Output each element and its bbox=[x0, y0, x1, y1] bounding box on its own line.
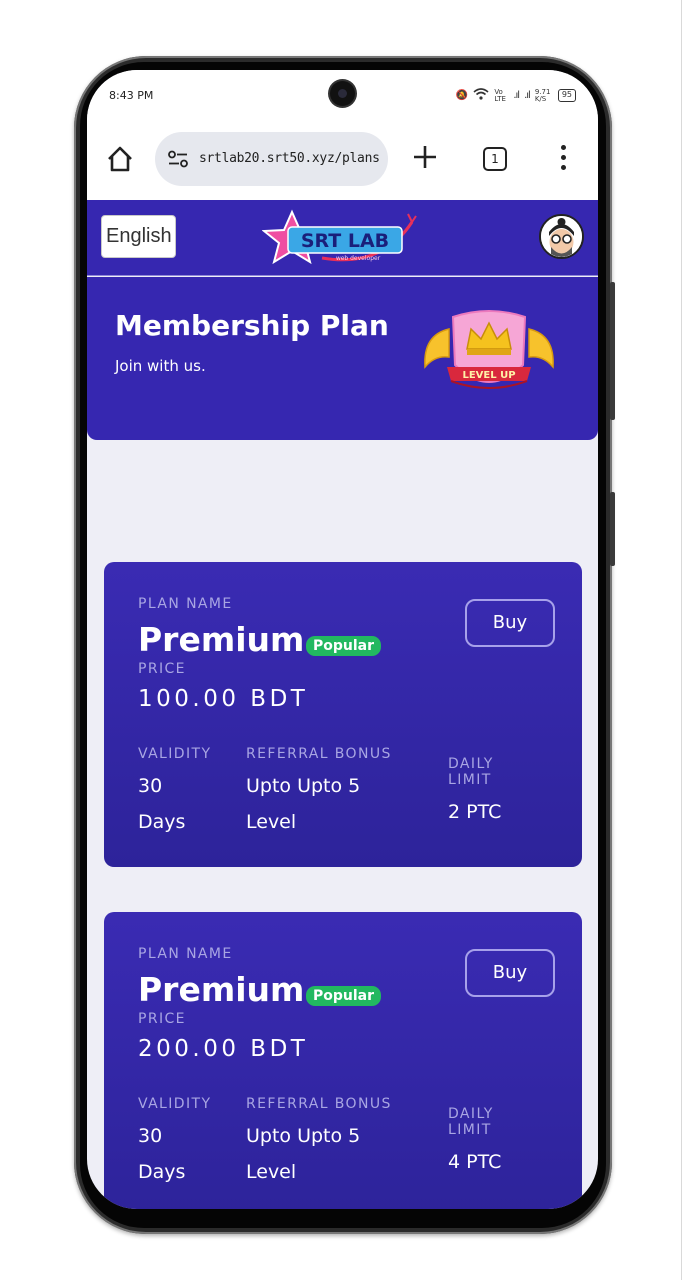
browser-toolbar: srtlab20.srt50.xyz/plans 1 bbox=[87, 126, 598, 200]
home-icon[interactable] bbox=[105, 144, 135, 174]
daily-limit-label-2: LIMIT bbox=[448, 1122, 492, 1138]
network-label: Vo LTE bbox=[494, 87, 506, 103]
site-settings-icon[interactable] bbox=[167, 150, 189, 168]
referral-bonus-value: Upto Upto 5 bbox=[246, 1125, 361, 1147]
page: 8:43 PM 🔕 Vo LTE .ıl .ıl 9.71 K/S 95 srt… bbox=[0, 0, 686, 1280]
volume-button bbox=[610, 282, 615, 420]
buy-button[interactable]: Buy bbox=[465, 599, 555, 647]
status-time: 8:43 PM bbox=[109, 89, 154, 102]
plan-name: Premium bbox=[138, 620, 305, 659]
plan-name-label: PLAN NAME bbox=[138, 946, 233, 962]
status-bar: 8:43 PM 🔕 Vo LTE .ıl .ıl 9.71 K/S 95 bbox=[87, 70, 598, 126]
address-bar[interactable]: srtlab20.srt50.xyz/plans bbox=[155, 132, 388, 186]
validity-unit: Days bbox=[138, 1161, 186, 1183]
daily-limit-label: DAILY bbox=[448, 1106, 494, 1122]
referral-bonus-label: REFERRAL BONUS bbox=[246, 746, 392, 762]
page-divider bbox=[681, 0, 682, 1280]
phone-screen: 8:43 PM 🔕 Vo LTE .ıl .ıl 9.71 K/S 95 srt… bbox=[87, 70, 598, 1209]
buy-button[interactable]: Buy bbox=[465, 949, 555, 997]
site-logo[interactable]: SRT LAB web developer bbox=[262, 208, 422, 268]
front-camera bbox=[330, 81, 355, 106]
plan-price: 100.00 BDT bbox=[138, 686, 309, 712]
referral-bonus-label: REFERRAL BONUS bbox=[246, 1096, 392, 1112]
validity-label: VALIDITY bbox=[138, 746, 212, 762]
popular-badge: Popular bbox=[306, 986, 382, 1006]
wifi-icon bbox=[473, 88, 489, 103]
battery-icon: 95 bbox=[557, 89, 576, 102]
validity-value: 30 bbox=[138, 1125, 163, 1147]
new-tab-icon[interactable] bbox=[412, 144, 438, 170]
status-icons: 🔕 Vo LTE .ıl .ıl 9.71 K/S 95 bbox=[456, 88, 576, 103]
referral-bonus-unit: Level bbox=[246, 811, 297, 833]
validity-value: 30 bbox=[138, 775, 163, 797]
price-label: PRICE bbox=[138, 661, 186, 677]
daily-limit-label-2: LIMIT bbox=[448, 772, 492, 788]
plan-card: PLAN NAME Premium Popular Buy PRICE 200.… bbox=[104, 912, 582, 1209]
daily-limit-value: 4 PTC bbox=[448, 1151, 502, 1173]
validity-unit: Days bbox=[138, 811, 186, 833]
signal-icon-2: .ıl bbox=[524, 90, 531, 101]
tab-switcher-icon[interactable]: 1 bbox=[483, 147, 507, 171]
plan-card: PLAN NAME Premium Popular Buy PRICE 100.… bbox=[104, 562, 582, 867]
validity-label: VALIDITY bbox=[138, 1096, 212, 1112]
daily-limit-label: DAILY bbox=[448, 756, 494, 772]
page-subtitle: Join with us. bbox=[115, 357, 206, 375]
page-title: Membership Plan bbox=[115, 309, 389, 342]
referral-bonus-unit: Level bbox=[246, 1161, 297, 1183]
plan-price: 200.00 BDT bbox=[138, 1036, 309, 1062]
user-avatar[interactable] bbox=[539, 214, 584, 259]
daily-limit-value: 2 PTC bbox=[448, 801, 502, 823]
url-text[interactable]: srtlab20.srt50.xyz/plans bbox=[199, 151, 380, 166]
speed-label: 9.71 K/S bbox=[534, 87, 551, 103]
logo-subtext: web developer bbox=[336, 255, 381, 262]
more-menu-icon[interactable] bbox=[559, 145, 567, 173]
language-selector[interactable]: English bbox=[101, 215, 176, 258]
membership-hero: Membership Plan Join with us. LEVEL UP bbox=[87, 277, 598, 440]
logo-text: SRT LAB bbox=[301, 230, 389, 252]
price-label: PRICE bbox=[138, 1011, 186, 1027]
level-up-badge-icon: LEVEL UP bbox=[424, 310, 554, 389]
signal-icon-1: .ıl bbox=[513, 90, 520, 101]
popular-badge: Popular bbox=[306, 636, 382, 656]
badge-text: LEVEL UP bbox=[462, 370, 515, 381]
plan-name: Premium bbox=[138, 970, 305, 1009]
plan-name-label: PLAN NAME bbox=[138, 596, 233, 612]
referral-bonus-value: Upto Upto 5 bbox=[246, 775, 361, 797]
site-header: English SRT LAB web developer bbox=[87, 200, 598, 276]
power-button bbox=[610, 492, 615, 566]
mute-icon: 🔕 bbox=[455, 90, 469, 101]
